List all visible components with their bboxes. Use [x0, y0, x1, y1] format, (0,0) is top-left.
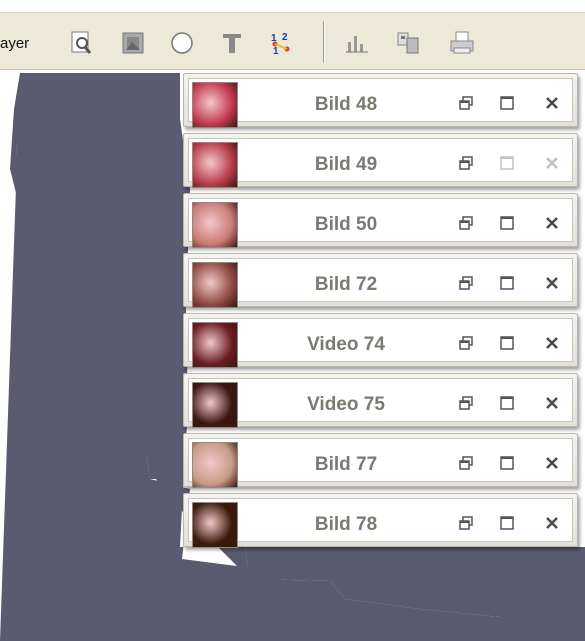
- toolbar-label: ayer: [0, 35, 30, 52]
- restore-button[interactable]: [455, 511, 477, 535]
- image-panel[interactable]: Bild 50: [183, 193, 578, 248]
- close-button[interactable]: [541, 151, 563, 175]
- maximize-button[interactable]: [496, 511, 518, 535]
- restore-button[interactable]: [455, 271, 477, 295]
- image-edit-icon[interactable]: [118, 28, 148, 58]
- cut-off-header-text: [0, 0, 585, 12]
- panel-title: Video 75: [307, 394, 385, 415]
- image-panel[interactable]: Video 74: [183, 313, 578, 368]
- panel-body: Bild 72: [188, 258, 573, 308]
- close-icon: [546, 157, 558, 169]
- panel-title: Bild 78: [314, 514, 378, 535]
- thumbnail[interactable]: [192, 502, 238, 548]
- thumbnail[interactable]: [192, 82, 238, 128]
- preview-icon[interactable]: [67, 28, 97, 58]
- image-panel[interactable]: Video 75: [183, 373, 578, 428]
- circle-icon[interactable]: [167, 28, 197, 58]
- maximize-icon: [500, 516, 514, 530]
- maximize-button[interactable]: [496, 211, 518, 235]
- svg-text:2: 2: [282, 32, 288, 43]
- maximize-icon: [500, 156, 514, 170]
- thumbnail[interactable]: [192, 382, 238, 428]
- close-icon: [546, 217, 558, 229]
- text-icon[interactable]: [217, 28, 247, 58]
- panel-body: Bild 49: [188, 138, 573, 188]
- restore-icon: [459, 276, 473, 290]
- close-icon: [546, 277, 558, 289]
- panel-body: Bild 78: [188, 498, 573, 548]
- maximize-icon: [500, 96, 514, 110]
- image-panel[interactable]: Bild 78: [183, 493, 578, 548]
- close-icon: [546, 97, 558, 109]
- restore-button[interactable]: [455, 451, 477, 475]
- panel-title: Bild 77: [314, 454, 378, 475]
- restore-button[interactable]: [455, 151, 477, 175]
- close-button[interactable]: [541, 271, 563, 295]
- restore-icon: [459, 516, 473, 530]
- image-panel[interactable]: Bild 48: [183, 73, 578, 128]
- restore-button[interactable]: [455, 391, 477, 415]
- image-panel[interactable]: Bild 72: [183, 253, 578, 308]
- panel-body: Video 74: [188, 318, 573, 368]
- image-panel[interactable]: Bild 49: [183, 133, 578, 188]
- maximize-icon: [500, 396, 514, 410]
- close-button[interactable]: [541, 511, 563, 535]
- thumbnail[interactable]: [192, 202, 238, 248]
- close-button[interactable]: [541, 331, 563, 355]
- maximize-icon: [500, 336, 514, 350]
- maximize-button[interactable]: [496, 151, 518, 175]
- maximize-button[interactable]: [496, 331, 518, 355]
- restore-icon: [459, 216, 473, 230]
- close-icon: [546, 517, 558, 529]
- restore-button[interactable]: [455, 331, 477, 355]
- panel-body: Bild 48: [188, 78, 573, 128]
- close-button[interactable]: [541, 91, 563, 115]
- maximize-icon: [500, 456, 514, 470]
- close-button[interactable]: [541, 211, 563, 235]
- panel-body: Video 75: [188, 378, 573, 428]
- panel-body: Bild 77: [188, 438, 573, 488]
- toolbar-separator: [323, 21, 325, 63]
- close-button[interactable]: [541, 391, 563, 415]
- thumbnail[interactable]: [192, 322, 238, 368]
- restore-button[interactable]: [455, 91, 477, 115]
- numbering-icon[interactable]: 121: [266, 28, 296, 58]
- maximize-button[interactable]: [496, 451, 518, 475]
- maximize-button[interactable]: [496, 271, 518, 295]
- svg-text:1: 1: [273, 46, 279, 57]
- restore-icon: [459, 456, 473, 470]
- close-icon: [546, 337, 558, 349]
- restore-icon: [459, 96, 473, 110]
- close-button[interactable]: [541, 451, 563, 475]
- restore-button[interactable]: [455, 211, 477, 235]
- toolbar: ayer 121: [0, 12, 585, 70]
- panel-title: Bild 49: [314, 154, 378, 175]
- thumbnail[interactable]: [192, 442, 238, 488]
- restore-icon: [459, 336, 473, 350]
- restore-icon: [459, 396, 473, 410]
- maximize-icon: [500, 216, 514, 230]
- panel-title: Bild 72: [314, 274, 378, 295]
- maximize-button[interactable]: [496, 391, 518, 415]
- close-icon: [546, 457, 558, 469]
- panel-title: Bild 48: [314, 94, 378, 115]
- panel-title: Bild 50: [314, 214, 378, 235]
- thumbnail[interactable]: [192, 262, 238, 308]
- maximize-button[interactable]: [496, 91, 518, 115]
- close-icon: [546, 397, 558, 409]
- panel-body: Bild 50: [188, 198, 573, 248]
- thumbnail[interactable]: [192, 142, 238, 188]
- print-icon[interactable]: [447, 28, 477, 58]
- image-panel[interactable]: Bild 77: [183, 433, 578, 488]
- chart-icon[interactable]: [342, 28, 372, 58]
- panel-title: Video 74: [307, 334, 385, 355]
- restore-icon: [459, 156, 473, 170]
- maximize-icon: [500, 276, 514, 290]
- copy-icon[interactable]: [393, 28, 423, 58]
